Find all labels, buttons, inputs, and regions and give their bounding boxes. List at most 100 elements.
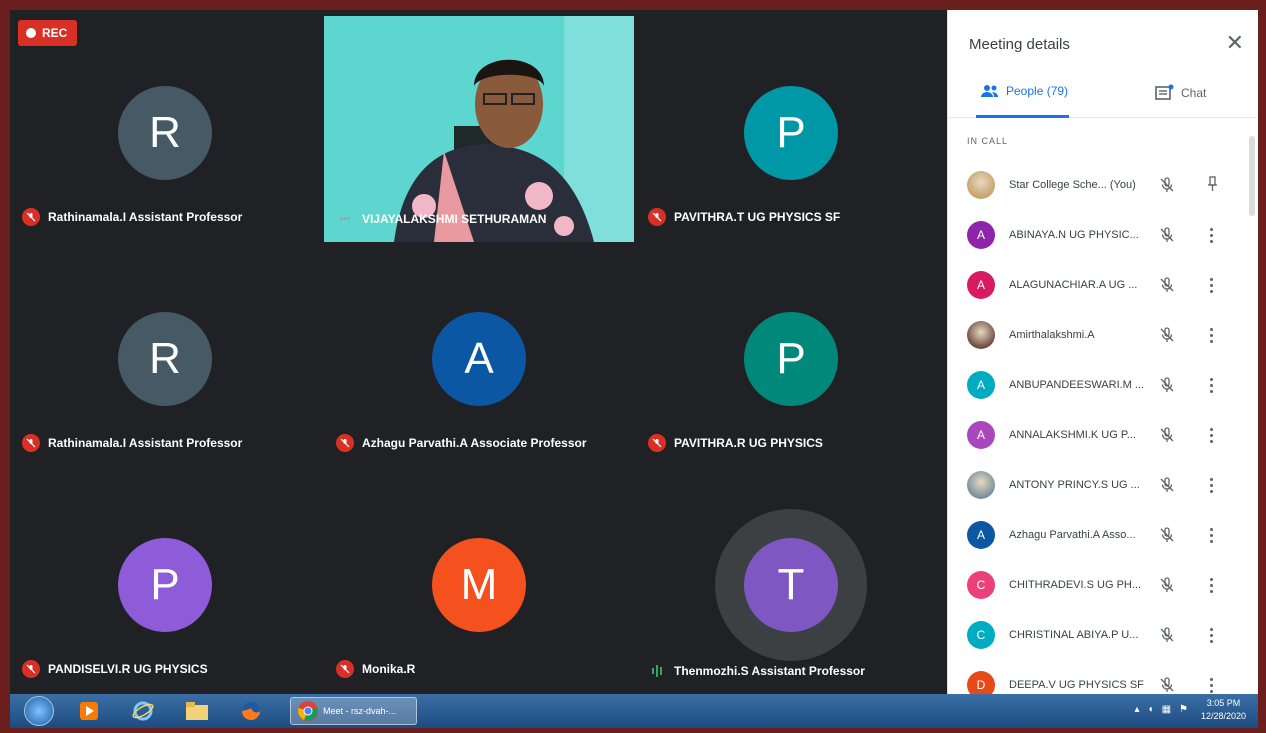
participant-row[interactable]: Amirthalakshmi.A [948,310,1258,360]
participant-tile[interactable]: T Thenmozhi.S Assistant Professor [636,468,946,694]
mic-muted-icon [1160,377,1174,392]
participant-name: Monika.R [362,662,416,676]
participant-name: CHRISTINAL ABIYA.P U... [1009,629,1139,641]
participant-tile[interactable]: A Azhagu Parvathi.A Associate Professor [324,242,634,468]
flag-icon[interactable]: ⚑ [1179,704,1188,715]
pin-icon[interactable] [1206,174,1218,196]
participant-avatar: A [967,271,995,299]
participant-name: Star College Sche... (You) [1009,179,1136,191]
more-options-icon[interactable] [1206,324,1216,346]
participant-name: PANDISELVI.R UG PHYSICS [48,662,208,676]
participant-avatar: R [118,312,212,406]
more-options-icon[interactable] [1206,274,1216,296]
more-dots-icon: ••• [339,213,351,225]
participant-avatar: A [967,371,995,399]
participant-avatar: A [967,521,995,549]
participant-name-label: ••• VIJAYALAKSHMI SETHURAMAN [336,212,547,226]
panel-title: Meeting details [969,36,1070,53]
participant-tile[interactable]: ••• VIJAYALAKSHMI SETHURAMAN [324,16,634,242]
participant-tile[interactable]: M Monika.R [324,468,634,694]
mic-muted-icon [1160,427,1174,442]
participant-avatar: C [967,621,995,649]
mic-muted-icon [1160,327,1174,342]
meeting-grid: REC R Rathinamala.I Assistant Professor ••… [10,10,947,694]
more-options-icon[interactable] [1206,224,1216,246]
mic-off-icon [22,208,40,226]
more-options-icon[interactable] [1206,474,1216,496]
system-tray: ▴ ◖ ▦ ⚑ [1135,704,1189,715]
participant-name: ANNALAKSHMI.K UG P... [1009,429,1136,441]
participant-row[interactable]: A ANBUPANDEESWARI.M ... [948,360,1258,410]
participant-avatar: P [744,312,838,406]
participant-tile[interactable]: P PAVITHRA.R UG PHYSICS [636,242,946,468]
participant-avatar [967,471,995,499]
more-options-icon[interactable] [1206,624,1216,646]
internet-explorer-icon[interactable] [130,697,156,725]
participant-avatar: R [118,86,212,180]
participant-row[interactable]: A ALAGUNACHIAR.A UG ... [948,260,1258,310]
mic-off-icon [648,208,666,226]
participant-row[interactable]: A ANNALAKSHMI.K UG P... [948,410,1258,460]
file-explorer-icon[interactable] [182,697,212,725]
participant-name: ALAGUNACHIAR.A UG ... [1009,279,1138,291]
participant-avatar: C [967,571,995,599]
participant-name-label: Thenmozhi.S Assistant Professor [648,664,865,678]
tab-people[interactable]: People (79) [980,84,1068,98]
participant-avatar: P [744,86,838,180]
more-options-icon[interactable] [1206,424,1216,446]
panel-scrollbar[interactable] [1249,136,1255,216]
taskbar-chrome-meet[interactable]: Meet - rsz-dvah-... [290,697,417,725]
more-options-icon[interactable] [1206,574,1216,596]
tray-arrow-icon[interactable]: ▴ [1135,704,1140,715]
participant-name-label: PAVITHRA.R UG PHYSICS [648,434,823,452]
volume-icon[interactable]: ◖ [1148,704,1154,715]
speaking-indicator-icon [648,664,666,678]
tab-people-label: People (79) [1006,84,1069,98]
clock-time: 3:05 PM [1206,698,1241,708]
participant-name: ANTONY PRINCY.S UG ... [1009,479,1140,491]
participant-row[interactable]: Star College Sche... (You) [948,160,1258,210]
participant-avatar: A [967,221,995,249]
mic-off-icon [648,434,666,452]
participant-tile[interactable]: P PAVITHRA.T UG PHYSICS SF [636,16,946,242]
participant-name: ABINAYA.N UG PHYSIC... [1009,229,1139,241]
participant-avatar: A [967,421,995,449]
participant-tile[interactable]: P PANDISELVI.R UG PHYSICS [10,468,320,694]
participant-name: Amirthalakshmi.A [1009,329,1095,341]
participant-name: DEEPA.V UG PHYSICS SF [1009,679,1144,691]
participant-name-label: Rathinamala.I Assistant Professor [22,208,242,226]
participant-row[interactable]: C CHRISTINAL ABIYA.P U... [948,610,1258,660]
more-options-icon[interactable] [1206,374,1216,396]
close-icon[interactable]: ✕ [1226,30,1244,56]
participant-name: PAVITHRA.R UG PHYSICS [674,436,823,450]
participant-name: Azhagu Parvathi.A Associate Professor [362,436,587,450]
participant-name: Rathinamala.I Assistant Professor [48,436,243,450]
participant-row[interactable]: C CHITHRADEVI.S UG PH... [948,560,1258,610]
mic-muted-icon [1160,677,1174,692]
windows-taskbar: Meet - rsz-dvah-... ▴ ◖ ▦ ⚑ 3:05 PM 12/2… [10,694,1258,728]
in-call-heading: IN CALL [967,136,1009,146]
participant-tile[interactable]: R Rathinamala.I Assistant Professor [10,242,320,468]
participant-list: Star College Sche... (You) A ABINAYA.N UG … [948,160,1258,710]
tab-chat[interactable]: Chat [1155,84,1206,102]
network-icon[interactable]: ▦ [1162,704,1171,715]
participant-row[interactable]: A Azhagu Parvathi.A Asso... [948,510,1258,560]
taskbar-clock[interactable]: 3:05 PM 12/28/2020 [1201,697,1246,723]
firefox-icon[interactable] [238,697,264,725]
start-button[interactable] [24,696,54,726]
meeting-details-panel: Meeting details ✕ People (79) Chat IN CA… [947,10,1258,699]
participant-avatar: T [744,538,838,632]
participant-row[interactable]: A ABINAYA.N UG PHYSIC... [948,210,1258,260]
taskbar-task-label: Meet - rsz-dvah-... [323,706,397,716]
participant-name-label: PAVITHRA.T UG PHYSICS SF [648,208,840,226]
participant-avatar [967,321,995,349]
more-options-icon[interactable] [1206,674,1216,696]
media-player-icon[interactable] [76,697,102,725]
chat-icon [1155,84,1174,100]
more-options-icon[interactable] [1206,524,1216,546]
participant-avatar: A [432,312,526,406]
participant-row[interactable]: ANTONY PRINCY.S UG ... [948,460,1258,510]
participant-tile[interactable]: R Rathinamala.I Assistant Professor [10,16,320,242]
participant-name: CHITHRADEVI.S UG PH... [1009,579,1142,591]
active-tab-indicator [976,115,1069,118]
